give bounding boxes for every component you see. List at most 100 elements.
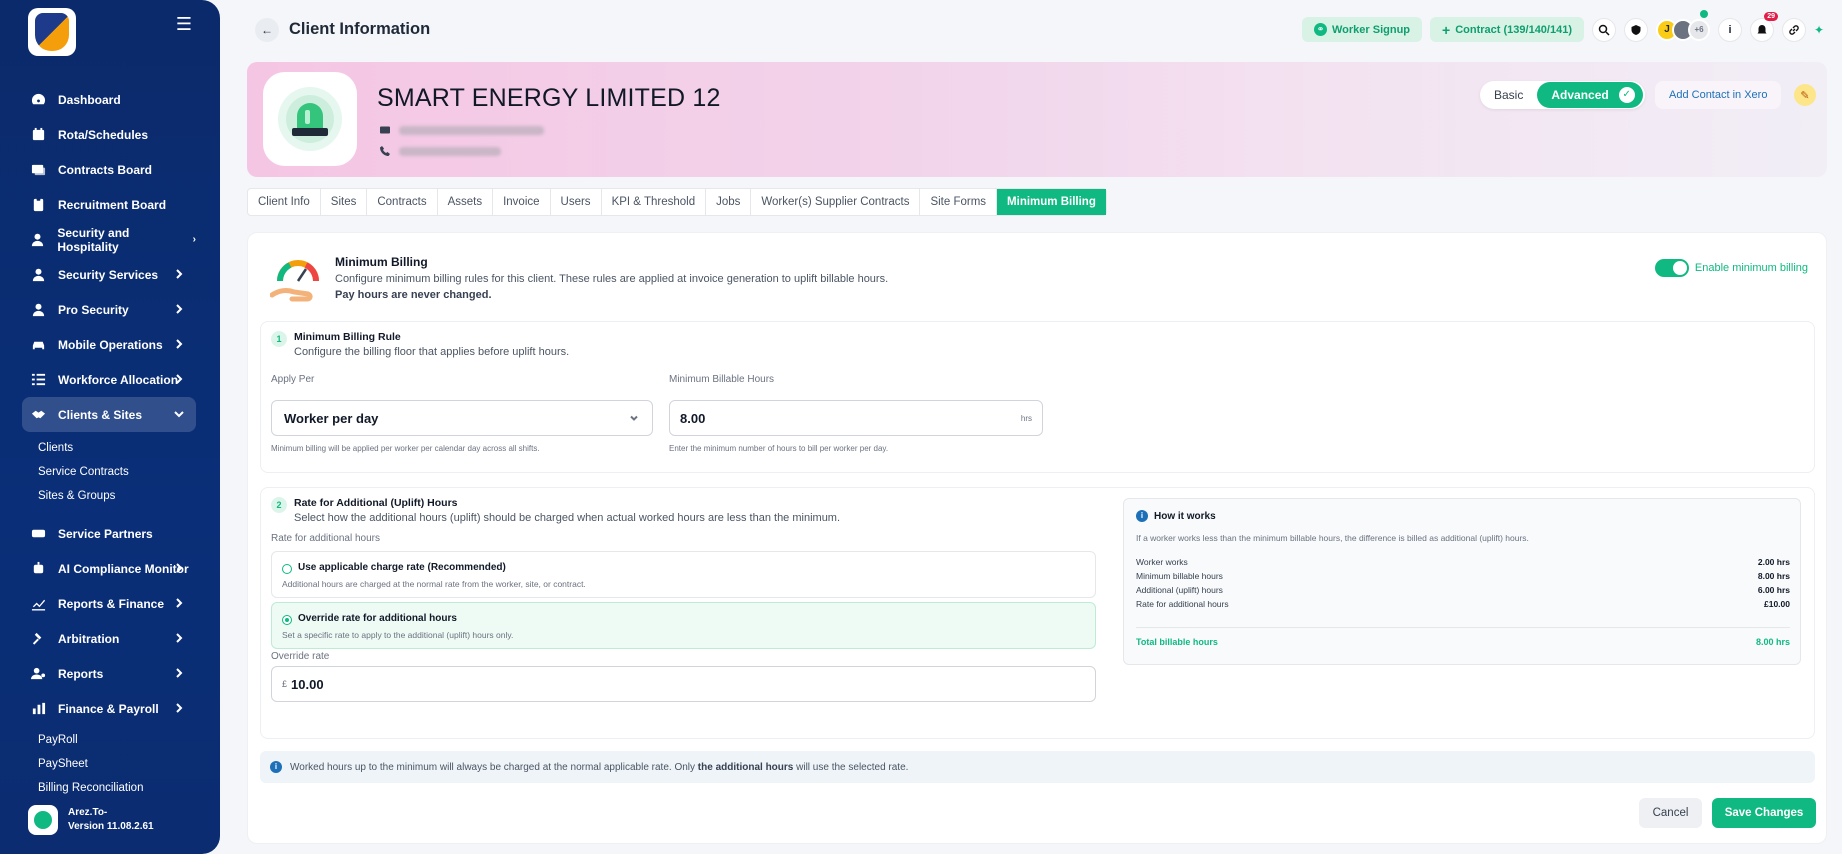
contract-button[interactable]: + Contract (139/140/141) — [1430, 17, 1584, 42]
subnav-item-clients[interactable]: Clients — [38, 436, 196, 460]
contracts-icon — [30, 162, 46, 178]
cancel-button[interactable]: Cancel — [1639, 798, 1702, 828]
tab-assets[interactable]: Assets — [438, 189, 494, 215]
chevron-right-icon — [172, 372, 186, 386]
sidebar-item-label: Reports — [58, 666, 104, 681]
how-row: Rate for additional hours £10.00 — [1136, 599, 1790, 609]
min-hours-value: 8.00 — [680, 410, 706, 426]
sidebar-item-rota[interactable]: Rota/Schedules — [22, 117, 196, 152]
radio-option-override-rate[interactable]: Override rate for additional hours Set a… — [271, 602, 1096, 649]
brand-logo-icon — [28, 805, 58, 835]
pencil-icon[interactable]: ✎ — [1794, 84, 1816, 106]
sidebar-item-ai-compliance[interactable]: AI Compliance Monitor — [22, 551, 196, 586]
tab-worker-supplier-contracts[interactable]: Worker(s) Supplier Contracts — [751, 189, 921, 215]
section-note: Pay hours are never changed. — [335, 289, 492, 301]
sidebar-item-pro-security[interactable]: Pro Security — [22, 292, 196, 327]
subnav-item-service-contracts[interactable]: Service Contracts — [38, 460, 196, 484]
sidebar-item-reports-finance[interactable]: Reports & Finance — [22, 586, 196, 621]
link-chain-icon[interactable] — [1782, 17, 1806, 42]
subnav-item-paysheet[interactable]: PaySheet — [38, 752, 196, 776]
tab-kpi-threshold[interactable]: KPI & Threshold — [602, 189, 707, 215]
mode-advanced-option[interactable]: Advanced ✓ — [1537, 82, 1643, 108]
user-icon — [30, 267, 46, 283]
how-row-value: £10.00 — [1764, 599, 1790, 609]
tab-contracts[interactable]: Contracts — [367, 189, 438, 215]
brand-name: Arez.To- — [68, 807, 108, 818]
client-email-row — [379, 124, 544, 136]
subnav-item-sites-groups[interactable]: Sites & Groups — [38, 484, 196, 508]
toggle-switch[interactable] — [1654, 259, 1689, 277]
sidebar-item-finance-payroll[interactable]: Finance & Payroll — [22, 691, 196, 726]
sidebar-item-label: Contracts Board — [58, 162, 153, 177]
app-version: Version 11.08.2.61 — [68, 821, 154, 832]
tab-users[interactable]: Users — [551, 189, 602, 215]
radio-button-selected[interactable] — [282, 615, 292, 625]
sidebar-item-security-services[interactable]: Security Services — [22, 257, 196, 292]
tab-site-forms[interactable]: Site Forms — [920, 189, 998, 215]
sidebar-item-label: Arbitration — [58, 631, 120, 646]
sidebar-item-label: Security and Hospitality — [57, 225, 130, 254]
notification-count: 29 — [1764, 11, 1778, 21]
divider — [1136, 627, 1790, 628]
sidebar-item-contracts-board[interactable]: Contracts Board — [22, 152, 196, 187]
chevron-right-icon — [172, 561, 186, 575]
save-changes-button[interactable]: Save Changes — [1712, 798, 1816, 828]
add-contact-xero-button[interactable]: Add Contact in Xero — [1655, 81, 1782, 109]
tab-minimum-billing[interactable]: Minimum Billing — [997, 189, 1106, 215]
radio-button[interactable] — [282, 564, 292, 574]
user-avatars[interactable]: J +6 — [1656, 9, 1710, 41]
list-icon — [30, 372, 46, 388]
partners-icon — [30, 526, 46, 542]
total-label: Total billable hours — [1136, 637, 1218, 647]
minimum-billing-rule-section: 1 Minimum Billing Rule Configure the bil… — [260, 321, 1815, 473]
subnav-item-billing-reconciliation[interactable]: Billing Reconciliation — [38, 776, 196, 800]
step-number: 1 — [271, 331, 287, 347]
sidebar-footer: Arez.To- Version 11.08.2.61 — [28, 805, 154, 835]
tab-client-info[interactable]: Client Info — [248, 189, 321, 215]
chart-icon — [30, 596, 46, 612]
shield-logo-icon — [35, 13, 69, 51]
phone-icon — [380, 146, 390, 156]
sidebar-item-security-hospitality[interactable]: Security and Hospitality › — [22, 222, 196, 257]
collapse-sidebar-icon[interactable]: ☰ — [173, 14, 195, 34]
back-arrow-icon[interactable]: ← — [255, 18, 279, 42]
sidebar-item-dashboard[interactable]: Dashboard — [22, 82, 196, 117]
note-text-pre: Worked hours up to the minimum will alwa… — [290, 761, 696, 773]
shield-icon[interactable] — [1624, 17, 1648, 42]
rate-title: Rate for Additional (Uplift) Hours — [294, 497, 458, 509]
app-logo[interactable] — [28, 8, 76, 56]
chevron-right-icon — [172, 302, 186, 316]
sidebar-item-clients-sites[interactable]: Clients & Sites — [22, 397, 196, 432]
mode-basic-option[interactable]: Basic — [1494, 88, 1523, 102]
info-icon[interactable]: i — [1718, 17, 1742, 42]
sparkle-icon[interactable]: ✦ — [1814, 23, 1828, 37]
min-hours-input[interactable]: 8.00 hrs — [669, 400, 1043, 436]
how-it-works-box: i How it works If a worker works less th… — [1123, 498, 1801, 665]
tab-invoice[interactable]: Invoice — [493, 189, 551, 215]
sidebar-item-workforce-allocation[interactable]: Workforce Allocation — [22, 362, 196, 397]
search-icon[interactable] — [1592, 17, 1616, 42]
gavel-icon — [30, 631, 46, 647]
client-name: SMART ENERGY LIMITED 12 — [377, 84, 721, 112]
how-row: Worker works 2.00 hrs — [1136, 557, 1790, 567]
sidebar-item-mobile-operations[interactable]: Mobile Operations — [22, 327, 196, 362]
radio-option-applicable-rate[interactable]: Use applicable charge rate (Recommended)… — [271, 551, 1096, 598]
apply-per-help: Minimum billing will be applied per work… — [271, 444, 540, 453]
subnav-item-payroll[interactable]: PayRoll — [38, 728, 196, 752]
notification-icon[interactable]: 29 — [1750, 11, 1778, 42]
sidebar-item-service-partners[interactable]: Service Partners — [22, 516, 196, 551]
gauge-hand-icon — [270, 260, 319, 302]
tab-sites[interactable]: Sites — [321, 189, 368, 215]
sidebar-item-reports[interactable]: Reports — [22, 656, 196, 691]
sidebar-item-arbitration[interactable]: Arbitration — [22, 621, 196, 656]
sidebar-item-recruitment[interactable]: Recruitment Board — [22, 187, 196, 222]
apply-per-select[interactable]: Worker per day — [271, 400, 653, 436]
worker-signup-button[interactable]: ⚭ Worker Signup — [1302, 17, 1423, 42]
enable-minimum-billing-toggle[interactable]: Enable minimum billing — [1654, 259, 1808, 277]
tab-jobs[interactable]: Jobs — [706, 189, 752, 215]
chevron-right-icon — [172, 631, 186, 645]
hours-unit: hrs — [1020, 413, 1032, 423]
override-rate-input[interactable]: £ 10.00 — [271, 666, 1096, 702]
note-text-post: will use the selected rate. — [796, 761, 909, 773]
apply-per-value: Worker per day — [284, 410, 379, 426]
